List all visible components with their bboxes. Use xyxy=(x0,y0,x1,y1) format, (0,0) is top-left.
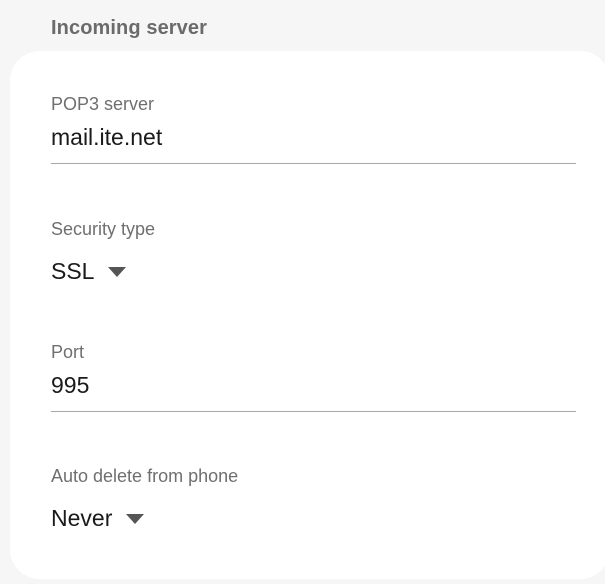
caret-down-icon xyxy=(126,514,145,524)
port-label: Port xyxy=(51,342,85,362)
pop3-server-label: POP3 server xyxy=(51,94,155,114)
security-type-dropdown[interactable]: SSL xyxy=(51,257,127,285)
auto-delete-value: Never xyxy=(51,505,113,531)
security-type-label: Security type xyxy=(51,219,156,239)
security-type-value: SSL xyxy=(51,258,95,284)
security-type-field: Security type SSL xyxy=(51,218,576,285)
port-input[interactable] xyxy=(51,372,576,412)
auto-delete-dropdown[interactable]: Never xyxy=(51,504,145,532)
port-field: Port xyxy=(51,341,576,412)
pop3-server-field: POP3 server xyxy=(51,93,576,164)
auto-delete-field: Auto delete from phone Never xyxy=(51,465,576,532)
caret-down-icon xyxy=(108,267,127,277)
auto-delete-label: Auto delete from phone xyxy=(51,466,239,486)
section-header-incoming-server: Incoming server xyxy=(51,17,208,39)
incoming-server-settings: Incoming server POP3 server Security typ… xyxy=(0,0,605,584)
pop3-server-input[interactable] xyxy=(51,124,576,164)
settings-card: POP3 server Security type SSL Port Auto … xyxy=(10,51,605,579)
